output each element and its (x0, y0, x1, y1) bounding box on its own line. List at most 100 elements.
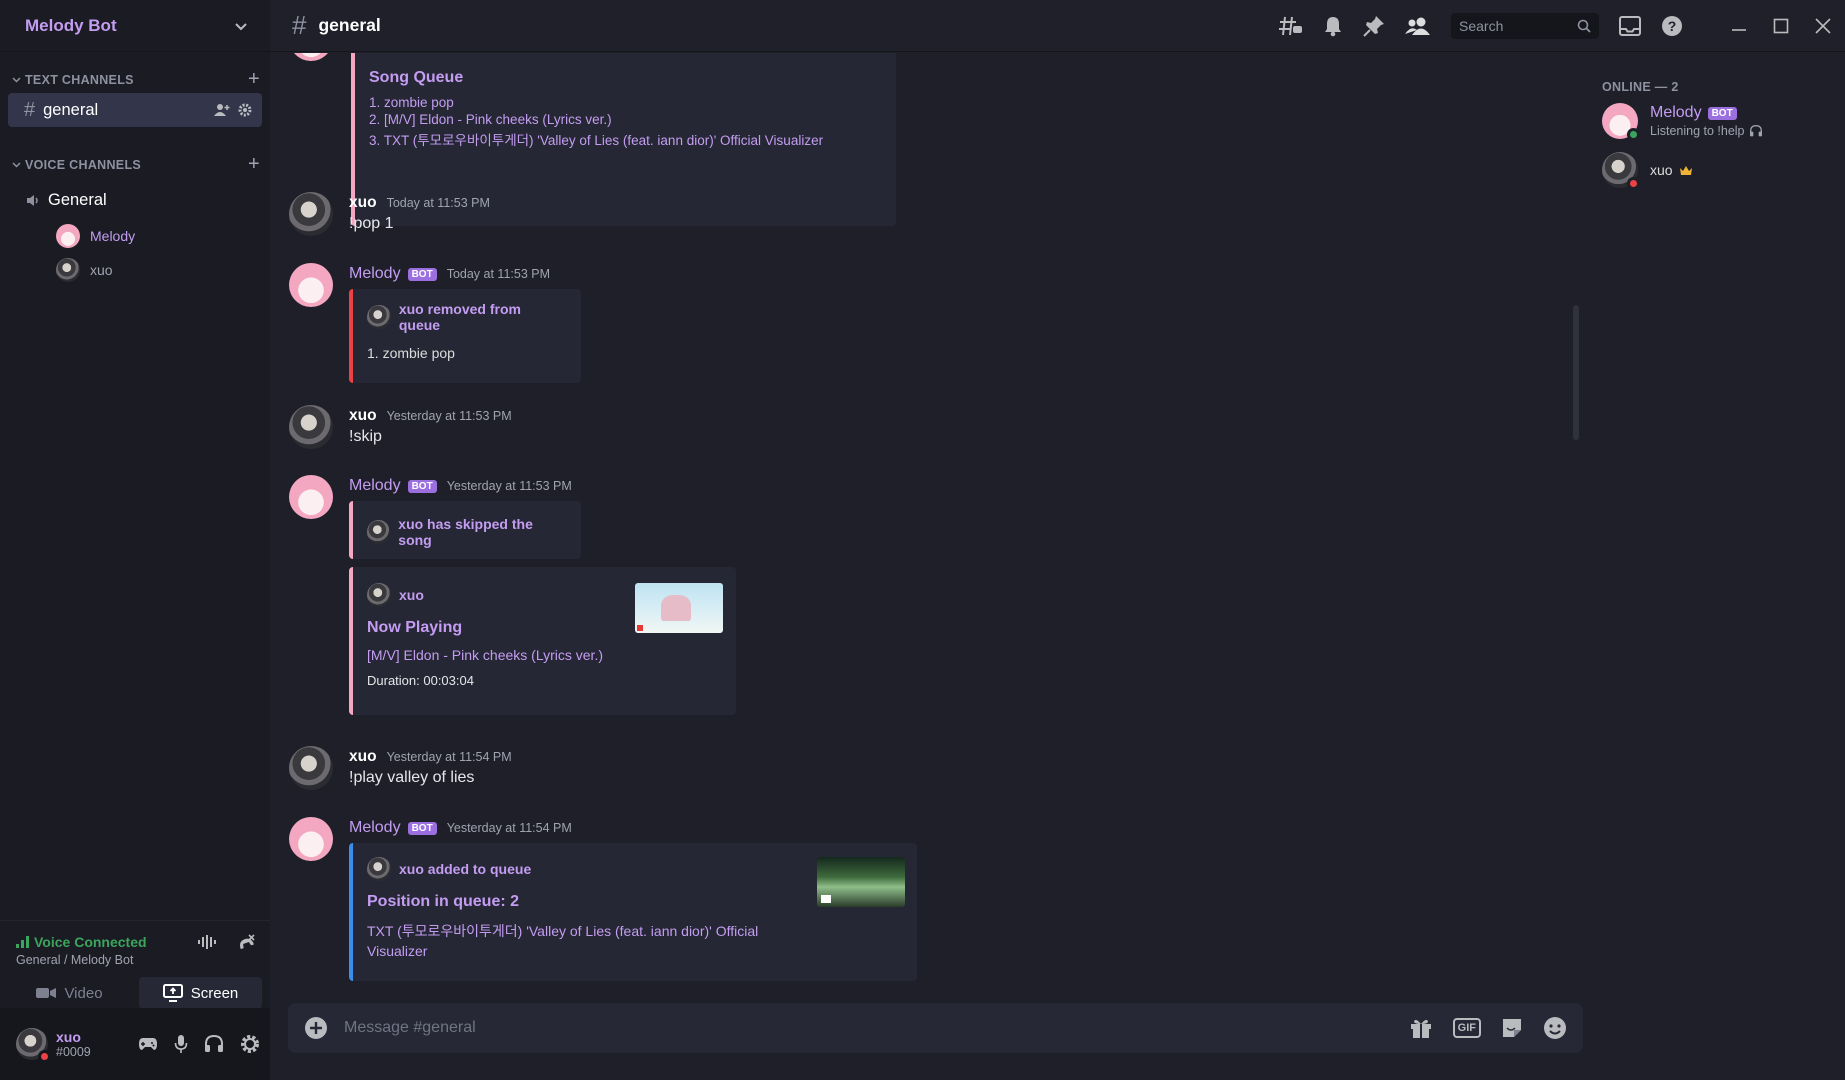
gear-icon[interactable] (238, 103, 252, 117)
speaker-icon (27, 194, 38, 206)
avatar[interactable] (289, 746, 333, 790)
message: Melody BOT Yesterday at 11:54 PM xuo add… (289, 817, 917, 981)
noise-suppression-icon[interactable] (198, 934, 216, 950)
song-link[interactable]: [M/V] Eldon - Pink cheeks (Lyrics ver.) (367, 647, 720, 663)
channel-title: general (318, 15, 381, 35)
avatar[interactable] (289, 192, 333, 236)
voice-member-melody[interactable]: Melody (0, 219, 270, 253)
pin-icon[interactable] (1363, 15, 1385, 37)
avatar[interactable] (289, 405, 333, 449)
bot-badge: BOT (407, 821, 437, 835)
avatar[interactable] (289, 817, 333, 861)
screen-share-button[interactable]: Screen (139, 977, 262, 1009)
add-member-icon[interactable] (214, 103, 230, 117)
message-author[interactable]: xuo (349, 748, 377, 766)
avatar[interactable] (289, 263, 333, 307)
discord-window: Melody Bot TEXT CHANNELS + # general VOI… (0, 0, 1845, 1080)
message-text: !pop 1 (349, 215, 394, 232)
voice-channel-general[interactable]: General (0, 185, 270, 215)
message-author[interactable]: Melody (349, 477, 401, 495)
embed-author: xuo has skipped the song (398, 516, 533, 548)
timestamp: Yesterday at 11:54 PM (386, 750, 512, 764)
gif-button[interactable]: GIF (1452, 1018, 1481, 1038)
activity-icon[interactable] (138, 1037, 158, 1051)
queue-item[interactable]: 2. [M/V] Eldon - Pink cheeks (Lyrics ver… (369, 112, 880, 127)
search-input[interactable]: Search (1451, 12, 1599, 39)
member-name: xuo (1650, 162, 1673, 178)
hash-icon: # (24, 98, 36, 121)
add-channel-icon[interactable]: + (248, 68, 260, 91)
server-header[interactable]: Melody Bot (0, 0, 270, 52)
embed-author: xuo removed from queue (398, 301, 521, 333)
avatar (1602, 103, 1640, 141)
screen-label: Screen (190, 984, 239, 1002)
category-label: VOICE CHANNELS (25, 157, 142, 172)
category-label: TEXT CHANNELS (25, 72, 134, 87)
timestamp: Yesterday at 11:54 PM (446, 821, 572, 835)
voice-connection-panel: Voice Connected General / Melody Bot Vid… (0, 920, 270, 1009)
avatar (56, 258, 80, 282)
channel-general[interactable]: # general (8, 93, 262, 127)
add-attachment-icon[interactable] (304, 1016, 328, 1040)
member-name: Melody (1650, 104, 1702, 121)
member-melody[interactable]: Melody BOT Listening to !help (1602, 103, 1763, 141)
voice-channel-name: General (48, 190, 107, 209)
message-text: !skip (349, 428, 382, 445)
sticker-icon[interactable] (1501, 1017, 1523, 1039)
online-status-icon (1627, 128, 1640, 141)
message-author[interactable]: Melody (349, 819, 401, 837)
message: xuo Yesterday at 11:53 PM !skip (289, 405, 512, 449)
message-author[interactable]: Melody (349, 265, 401, 283)
microphone-icon[interactable] (174, 1034, 188, 1054)
message: Melody BOT Yesterday at 11:53 PM xuo has… (289, 475, 736, 715)
member-list-icon[interactable] (1405, 16, 1431, 36)
timestamp: Today at 11:53 PM (446, 267, 550, 281)
bot-badge: BOT (1707, 106, 1737, 120)
emoji-icon[interactable] (1543, 1016, 1567, 1040)
embed-author: xuo added to queue (399, 861, 532, 877)
voice-member-name: xuo (90, 262, 113, 278)
message-input-placeholder: Message #general (344, 1019, 476, 1036)
chevron-down-icon[interactable] (234, 19, 248, 33)
message-composer[interactable]: Message #general GIF (288, 1003, 1583, 1053)
queue-item[interactable]: 1. zombie pop (369, 95, 880, 110)
message-author[interactable]: xuo (349, 194, 377, 212)
embed-title[interactable]: Song Queue (369, 69, 880, 87)
avatar[interactable] (289, 475, 333, 519)
headphones-icon (1749, 125, 1762, 137)
category-voice-channels[interactable]: VOICE CHANNELS + (0, 153, 270, 175)
camera-icon (36, 988, 57, 998)
crown-icon (1679, 165, 1692, 175)
bell-icon[interactable] (1323, 15, 1343, 37)
member-list-header: ONLINE — 2 (1602, 80, 1679, 94)
headphones-icon[interactable] (204, 1035, 224, 1053)
gift-icon[interactable] (1409, 1016, 1433, 1040)
embed-author: xuo (399, 587, 424, 603)
member-activity: Listening to !help (1650, 124, 1763, 138)
user-info[interactable]: xuo #0009 (16, 1028, 91, 1063)
video-button[interactable]: Video (8, 977, 131, 1009)
embed-added-to-queue: xuo added to queue Position in queue: 2 … (349, 843, 917, 981)
gear-icon[interactable] (240, 1034, 260, 1054)
category-text-channels[interactable]: TEXT CHANNELS + (0, 68, 270, 90)
threads-icon[interactable] (1279, 15, 1303, 37)
video-thumbnail[interactable] (635, 583, 723, 633)
scrollbar[interactable] (1573, 305, 1579, 440)
voice-status[interactable]: Voice Connected (16, 934, 147, 950)
disconnect-icon[interactable] (236, 933, 256, 951)
member-xuo[interactable]: xuo (1602, 152, 1693, 190)
hash-icon: # (292, 10, 307, 40)
video-thumbnail[interactable] (817, 857, 905, 907)
song-link[interactable]: TXT (투모로우바이투게더) 'Valley of Lies (feat. i… (367, 921, 901, 941)
embed: xuo has skipped the song (349, 501, 581, 559)
queue-item[interactable]: 3. TXT (투모로우바이투게더) 'Valley of Lies (feat… (369, 129, 880, 149)
add-channel-icon[interactable]: + (248, 153, 260, 176)
song-link[interactable]: Visualizer (367, 943, 901, 959)
bot-badge: BOT (407, 479, 437, 493)
message-author[interactable]: xuo (349, 407, 377, 425)
voice-member-xuo[interactable]: xuo (0, 253, 270, 287)
message: xuo Today at 11:53 PM !pop 1 (289, 192, 490, 236)
chevron-down-icon (12, 161, 21, 168)
member-list: ONLINE — 2 Melody BOT Listening to !help (1600, 0, 1845, 1080)
embed-body: 1. zombie pop (367, 345, 455, 361)
